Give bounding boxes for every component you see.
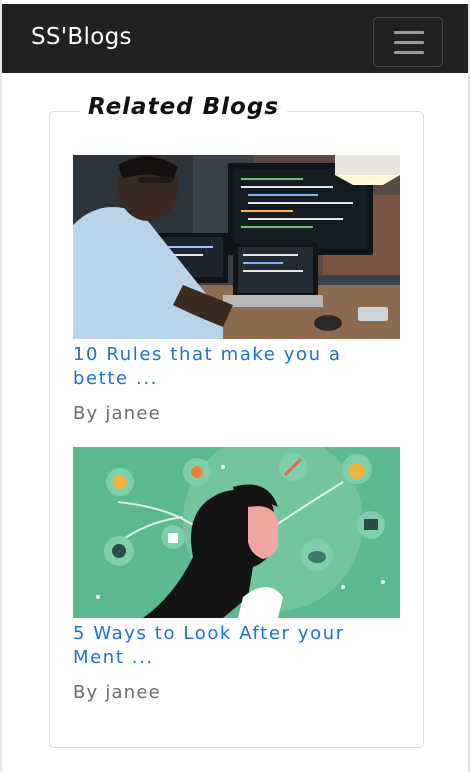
navbar-toggle-button[interactable] xyxy=(373,17,443,67)
man-coding-at-desk-photo xyxy=(73,155,400,339)
blog-card: 5 Ways to Look After your Ment ... By ja… xyxy=(73,447,400,703)
blog-card-title-link[interactable]: 10 Rules that make you a bette ... xyxy=(73,343,400,391)
blog-card-author: By janee xyxy=(73,403,161,424)
blog-card-author: By janee xyxy=(73,682,161,703)
hamburger-menu-icon xyxy=(394,31,424,34)
woman-mental-health-illustration xyxy=(73,447,400,618)
blog-card-title-link[interactable]: 5 Ways to Look After your Ment ... xyxy=(73,622,400,670)
related-blogs-heading: Related Blogs xyxy=(80,94,288,120)
blog-card: 10 Rules that make you a bette ... By ja… xyxy=(73,155,400,424)
hamburger-menu-icon-bar xyxy=(394,51,424,54)
blog-card-image[interactable] xyxy=(73,155,400,339)
blog-card-image[interactable] xyxy=(73,447,400,618)
hamburger-menu-icon-bar xyxy=(394,41,424,44)
brand-logo-link[interactable]: SS'Blogs xyxy=(31,24,132,50)
top-navbar: SS'Blogs xyxy=(2,4,468,73)
